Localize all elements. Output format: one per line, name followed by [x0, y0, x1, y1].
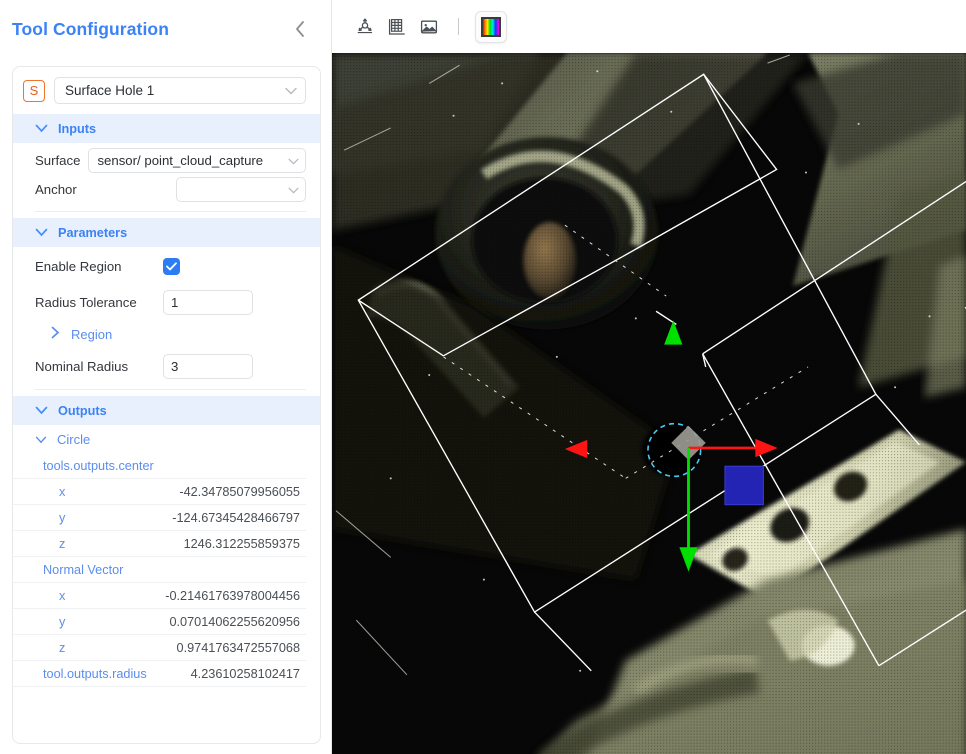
output-value: -42.34785079956055: [179, 484, 300, 499]
chevron-left-icon[interactable]: [289, 18, 311, 40]
table-row: y 0.07014062255620956: [13, 609, 306, 635]
center-label: tools.outputs.center: [13, 453, 306, 479]
output-key: z: [59, 536, 66, 551]
output-value: 1246.312255859375: [183, 536, 300, 551]
chevron-down-icon: [285, 83, 297, 98]
output-value: 0.9741763472557068: [176, 640, 300, 655]
section-header-parameters[interactable]: Parameters: [13, 218, 320, 247]
output-key: x: [59, 484, 66, 499]
section-label-parameters: Parameters: [58, 225, 128, 240]
output-key: z: [59, 640, 66, 655]
tool-selector-row: S Surface Hole 1: [13, 67, 320, 114]
page-title: Tool Configuration: [12, 18, 169, 39]
spectrum-swatch: [481, 16, 501, 37]
gizmo-arrow-x-pos: [755, 438, 778, 458]
radius-label: tool.outputs.radius: [43, 666, 147, 681]
chevron-down-icon: [35, 404, 48, 418]
pivot-axes-icon[interactable]: [350, 12, 380, 42]
output-value: -124.67345428466797: [172, 510, 300, 525]
point-cloud-viewport[interactable]: [332, 53, 966, 754]
enable-region-checkbox[interactable]: [163, 257, 180, 275]
toolbar-divider: [458, 18, 459, 35]
nominal-radius-input[interactable]: [163, 353, 253, 379]
output-key: y: [59, 510, 66, 525]
radius-tolerance-row: Radius Tolerance: [13, 285, 320, 319]
tool-card: S Surface Hole 1 Inputs Surface sensor/ …: [12, 66, 321, 744]
radius-tolerance-label: Radius Tolerance: [35, 294, 137, 310]
color-spectrum-icon[interactable]: [475, 10, 507, 43]
image-icon[interactable]: [414, 12, 444, 42]
normal-vector-label: Normal Vector: [13, 557, 306, 583]
viewer-toolbar: [332, 0, 966, 53]
chevron-down-icon: [288, 153, 299, 168]
chevron-right-icon: [51, 326, 60, 342]
region-subsection[interactable]: Region: [13, 319, 320, 349]
gizmo-arrow-x-neg: [564, 439, 588, 459]
surface-field-row: Surface sensor/ point_cloud_capture: [13, 143, 320, 174]
surface-select[interactable]: sensor/ point_cloud_capture: [88, 148, 306, 173]
output-value: 0.07014062255620956: [169, 614, 300, 629]
viewer-panel: [332, 0, 966, 754]
table-row: tool.outputs.radius 4.23610258102417: [13, 661, 306, 687]
output-value: -0.21461763978004456: [165, 588, 300, 603]
anchor-label: Anchor: [35, 182, 77, 197]
output-key: x: [59, 588, 66, 603]
transform-gizmo: [564, 320, 778, 572]
chevron-down-icon: [288, 181, 299, 199]
measurement-overlay: [357, 73, 966, 672]
tool-name-value: Surface Hole 1: [65, 83, 155, 98]
gizmo-arrow-y-pos: [679, 547, 698, 572]
chevron-down-icon: [35, 122, 48, 136]
surface-value: sensor/ point_cloud_capture: [97, 153, 264, 168]
tool-name-select[interactable]: Surface Hole 1: [54, 77, 306, 104]
output-key: y: [59, 614, 66, 629]
panel-header: Tool Configuration: [0, 0, 331, 58]
circle-label: Circle: [57, 431, 91, 447]
divider: [35, 389, 306, 390]
region-label: Region: [71, 326, 113, 342]
table-row: y -124.67345428466797: [13, 505, 306, 531]
gizmo-plane-z: [724, 465, 764, 506]
surface-label: Surface: [35, 153, 81, 168]
section-label-outputs: Outputs: [58, 403, 107, 418]
section-label-inputs: Inputs: [58, 121, 97, 136]
enable-region-row: Enable Region: [13, 247, 320, 285]
nominal-radius-row: Nominal Radius: [13, 349, 320, 383]
enable-region-label: Enable Region: [35, 258, 122, 274]
radius-tolerance-input[interactable]: [163, 289, 253, 315]
section-header-inputs[interactable]: Inputs: [13, 114, 320, 143]
table-row: z 1246.312255859375: [13, 531, 306, 557]
section-header-outputs[interactable]: Outputs: [13, 396, 320, 425]
depth-grid-icon[interactable]: [382, 12, 412, 42]
tool-configuration-panel: Tool Configuration S Surface Hole 1 Inpu…: [0, 0, 332, 754]
chevron-down-icon: [35, 432, 47, 447]
roi-wireframe-edges: [357, 73, 920, 672]
nominal-radius-label: Nominal Radius: [35, 358, 129, 374]
roi-wireframe: [655, 180, 966, 667]
table-row: z 0.9741763472557068: [13, 635, 306, 661]
chevron-down-icon: [35, 226, 48, 240]
divider: [35, 211, 306, 212]
table-row: x -0.21461763978004456: [13, 583, 306, 609]
table-row: x -42.34785079956055: [13, 479, 306, 505]
anchor-select[interactable]: [176, 177, 306, 202]
radius-value: 4.23610258102417: [190, 666, 300, 681]
gizmo-arrow-y-neg: [664, 320, 683, 345]
app-root: Tool Configuration S Surface Hole 1 Inpu…: [0, 0, 966, 754]
anchor-field-row: Anchor: [13, 174, 320, 205]
tool-type-badge[interactable]: S: [23, 79, 45, 102]
output-group-circle[interactable]: Circle: [13, 425, 320, 453]
